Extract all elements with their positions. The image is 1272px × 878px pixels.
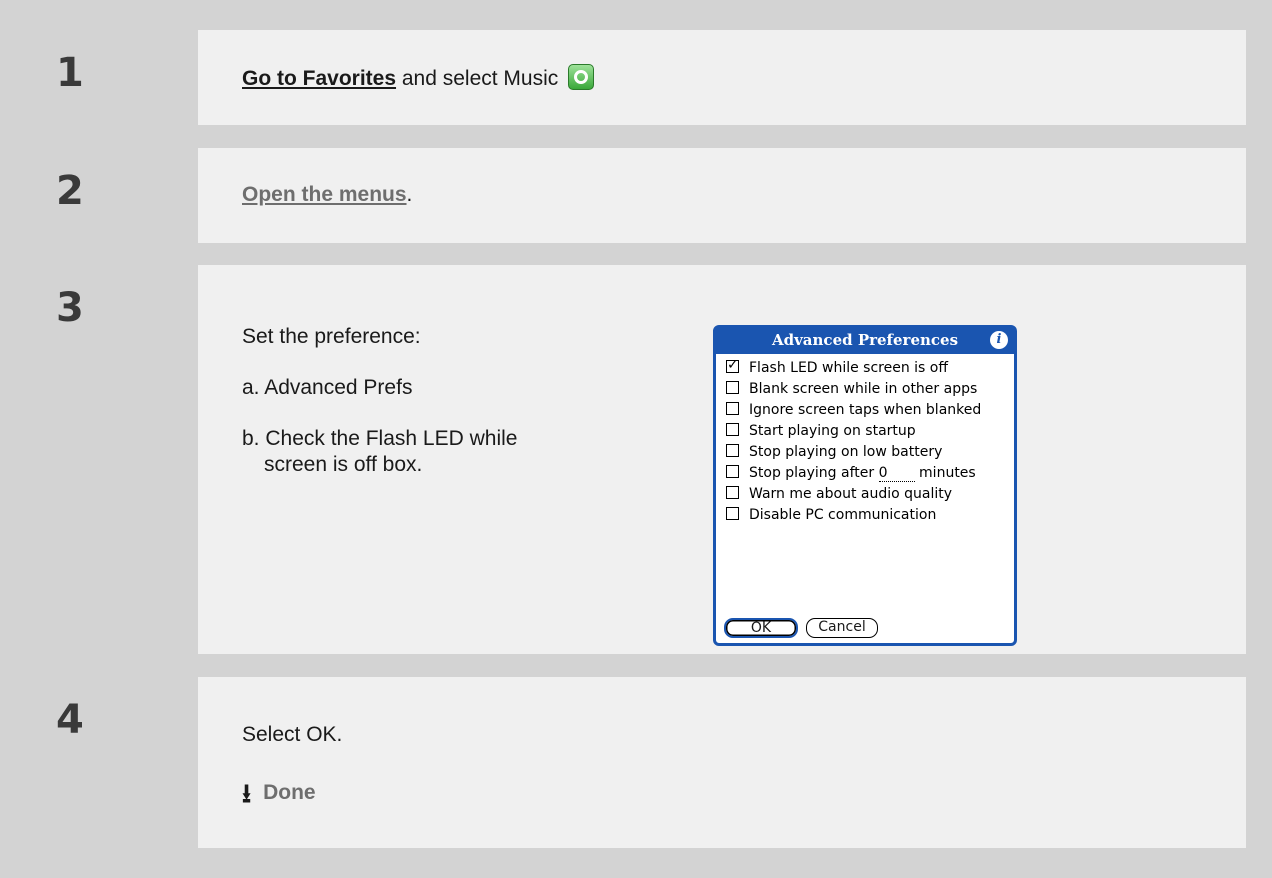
done-label: Done xyxy=(263,781,316,804)
cancel-button[interactable]: Cancel xyxy=(806,618,878,638)
option-flash-led[interactable]: Flash LED while screen is off xyxy=(726,355,948,378)
checkbox[interactable] xyxy=(726,486,739,499)
step-number: 1 xyxy=(56,50,84,96)
music-app-icon xyxy=(568,64,595,90)
ok-button[interactable]: OK xyxy=(724,618,798,638)
option-warn-audio[interactable]: Warn me about audio quality xyxy=(726,484,952,504)
step-1-text: Go to Favorites and select Music xyxy=(242,64,595,91)
step-3-substep-b-cont: screen is off box. xyxy=(264,453,423,476)
step-3-substep-b: b. Check the Flash LED while xyxy=(242,427,518,450)
done-indicator: ⭳ Done xyxy=(242,775,316,819)
checkbox[interactable] xyxy=(726,381,739,394)
step-4-text: Select OK. xyxy=(242,723,343,746)
down-arrow-icon: ⭳ xyxy=(242,778,252,808)
minutes-input[interactable]: 0 xyxy=(878,465,915,482)
go-to-favorites-link[interactable]: Go to Favorites xyxy=(242,67,396,90)
step-number: 4 xyxy=(56,697,84,743)
advanced-preferences-dialog: Advanced Preferences i Flash LED while s… xyxy=(713,325,1017,646)
checkbox[interactable] xyxy=(726,423,739,436)
step-3-intro: Set the preference: xyxy=(242,325,421,348)
step-4: 4 Select OK. ⭳ Done xyxy=(30,677,1246,848)
step-number: 2 xyxy=(56,168,84,214)
option-stop-low-battery[interactable]: Stop playing on low battery xyxy=(726,442,942,462)
option-blank-screen[interactable]: Blank screen while in other apps xyxy=(726,379,977,399)
checkbox[interactable] xyxy=(726,507,739,520)
step-3-substep-a: a. Advanced Prefs xyxy=(242,376,413,399)
open-the-menus-link[interactable]: Open the menus xyxy=(242,183,407,206)
option-disable-pc[interactable]: Disable PC communication xyxy=(726,505,936,525)
info-icon[interactable]: i xyxy=(990,331,1008,349)
option-ignore-taps[interactable]: Ignore screen taps when blanked xyxy=(726,400,981,420)
checkbox-checked[interactable] xyxy=(726,355,739,375)
checkbox[interactable] xyxy=(726,465,739,478)
checkbox[interactable] xyxy=(726,402,739,415)
option-stop-after-minutes[interactable]: Stop playing after 0 minutes xyxy=(726,463,976,483)
dialog-title: Advanced Preferences xyxy=(771,331,959,349)
checkbox[interactable] xyxy=(726,444,739,457)
step-2-text: Open the menus. xyxy=(242,183,413,206)
step-3: 3 Set the preference: a. Advanced Prefs … xyxy=(30,265,1246,654)
step-1: 1 Go to Favorites and select Music xyxy=(30,30,1246,125)
step-number: 3 xyxy=(56,285,84,331)
step-2: 2 Open the menus. xyxy=(30,148,1246,243)
option-start-playing[interactable]: Start playing on startup xyxy=(726,421,916,441)
